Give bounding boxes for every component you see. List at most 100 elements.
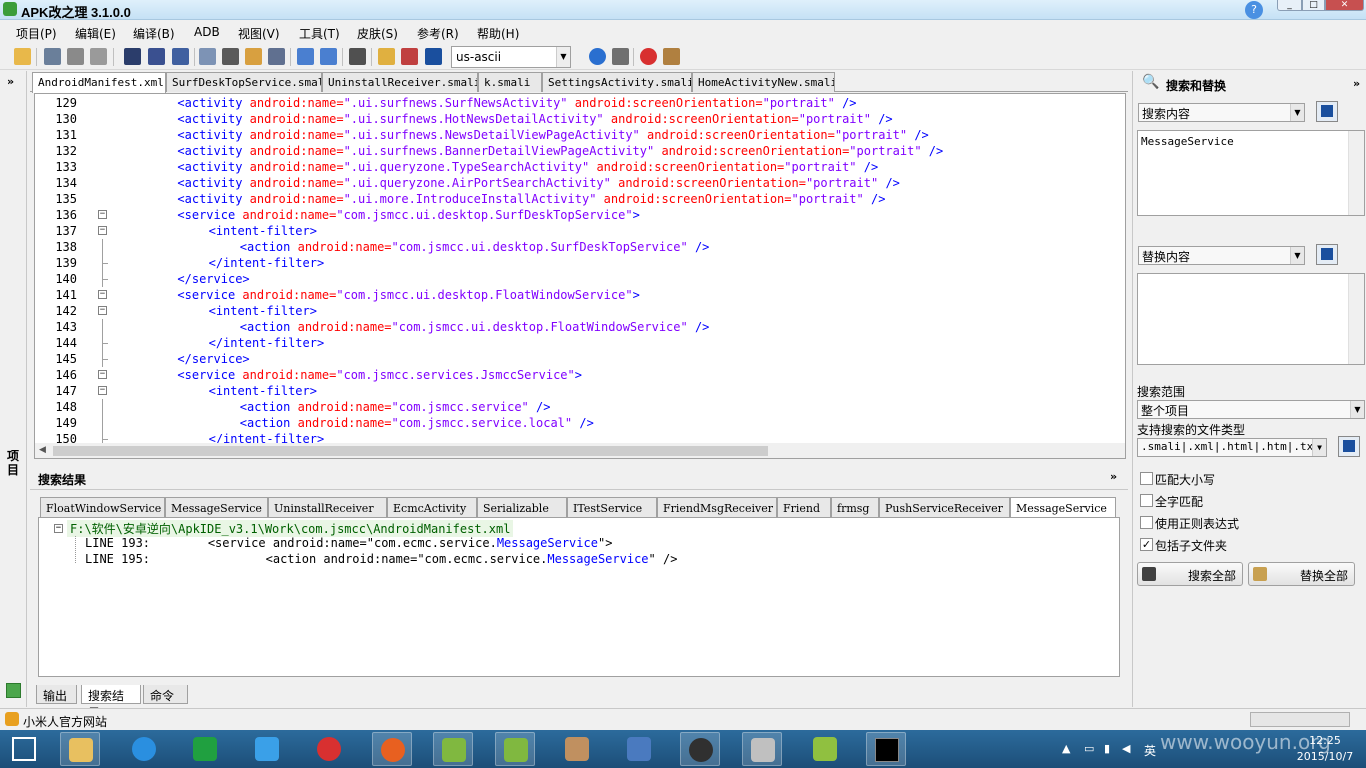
- encoding-select[interactable]: us-ascii ▼: [451, 46, 571, 68]
- replace-all-button[interactable]: 替换全部: [1248, 562, 1355, 586]
- tab-homeactivitynew[interactable]: HomeActivityNew.smali: [692, 72, 835, 92]
- bug-icon[interactable]: [612, 48, 629, 65]
- result-hit[interactable]: LINE 195: <action android:name="com.ecmc…: [85, 552, 677, 566]
- code-line[interactable]: 140 </service>: [35, 271, 1110, 287]
- feiq-icon[interactable]: [247, 732, 287, 766]
- volume-icon[interactable]: ◀: [1122, 742, 1130, 755]
- tab-k-smali[interactable]: k.smali: [478, 72, 542, 92]
- format-icon[interactable]: [268, 48, 285, 65]
- code-line[interactable]: 145 </service>: [35, 351, 1110, 367]
- project-panel-label[interactable]: 项目: [7, 449, 21, 477]
- ime-indicator[interactable]: 英: [1144, 742, 1156, 759]
- result-tab[interactable]: UninstallReceiver: [268, 497, 387, 518]
- expand-icon[interactable]: »: [7, 75, 14, 88]
- help-icon[interactable]: ?: [1245, 1, 1263, 19]
- result-tab[interactable]: Serializable: [477, 497, 567, 518]
- find-icon[interactable]: [349, 48, 366, 65]
- status-text[interactable]: 小米人官方网站: [23, 713, 107, 730]
- android-icon[interactable]: [6, 683, 21, 698]
- redo-icon[interactable]: [320, 48, 337, 65]
- save-as-icon[interactable]: [172, 48, 189, 65]
- open-folder-icon[interactable]: [14, 48, 31, 65]
- code-line[interactable]: 139 </intent-filter>: [35, 255, 1110, 271]
- intellij-icon[interactable]: [619, 732, 659, 766]
- java-icon[interactable]: [557, 732, 597, 766]
- search-all-button[interactable]: 搜索全部: [1137, 562, 1243, 586]
- result-tab[interactable]: EcmcActivity: [387, 497, 477, 518]
- regex-label[interactable]: 使用正则表达式: [1155, 515, 1239, 532]
- scope-select[interactable]: 整个项目 ▼: [1137, 400, 1365, 419]
- result-tab[interactable]: ITestService: [567, 497, 657, 518]
- open-file-icon[interactable]: [378, 48, 395, 65]
- code-line[interactable]: 138 <action android:name="com.jsmcc.ui.de…: [35, 239, 1110, 255]
- result-hit[interactable]: LINE 193: <service android:name="com.ecm…: [85, 536, 612, 550]
- maximize-button[interactable]: □: [1302, 0, 1325, 11]
- regex-checkbox[interactable]: [1140, 516, 1153, 529]
- question-icon[interactable]: [589, 48, 606, 65]
- menu-reference[interactable]: 参考(R): [417, 25, 459, 42]
- result-tab[interactable]: FriendMsgReceiver: [657, 497, 777, 518]
- menu-build[interactable]: 编译(B): [133, 25, 175, 42]
- search-input[interactable]: MessageService: [1137, 130, 1365, 216]
- result-file-node[interactable]: F:\软件\安卓逆向\ApkIDE_v3.1\Work\com.jsmcc\An…: [67, 520, 514, 537]
- file-types-select[interactable]: .smali|.xml|.html|.htm|.txt ▼: [1137, 438, 1327, 457]
- menu-tools[interactable]: 工具(T): [299, 25, 340, 42]
- netease-music-icon[interactable]: [309, 732, 349, 766]
- window-icon[interactable]: [90, 48, 107, 65]
- tab-command[interactable]: 命令: [143, 685, 188, 704]
- save-all-icon[interactable]: [148, 48, 165, 65]
- tab-androidmanifest[interactable]: AndroidManifest.xml: [32, 72, 166, 93]
- replace-input[interactable]: [1137, 273, 1365, 365]
- file-explorer-icon[interactable]: [60, 732, 100, 766]
- code-line[interactable]: 141 − <service android:name="com.jsmcc.ui.…: [35, 287, 1110, 303]
- tab-settingsactivity[interactable]: SettingsActivity.smali: [542, 72, 692, 92]
- menu-skin[interactable]: 皮肤(S): [357, 25, 398, 42]
- menu-project[interactable]: 项目(P): [16, 25, 57, 42]
- code-line[interactable]: 142 − <intent-filter>: [35, 303, 1110, 319]
- code-line[interactable]: 148 <action android:name="com.jsmcc.servi…: [35, 399, 1110, 415]
- chevron-down-icon[interactable]: »: [1110, 470, 1117, 483]
- save-icon[interactable]: [124, 48, 141, 65]
- scroll-thumb[interactable]: [53, 446, 768, 456]
- internet-explorer-icon[interactable]: [124, 732, 164, 766]
- apk-ide-es-icon[interactable]: [495, 732, 535, 766]
- code-line[interactable]: 143 <action android:name="com.jsmcc.ui.de…: [35, 319, 1110, 335]
- results-tree[interactable]: − F:\软件\安卓逆向\ApkIDE_v3.1\Work\com.jsmcc\…: [38, 517, 1120, 677]
- fold-toggle-icon[interactable]: −: [98, 370, 107, 379]
- replace-icon[interactable]: [401, 48, 418, 65]
- editor-horizontal-scrollbar[interactable]: ◀ ▶: [35, 443, 1125, 458]
- search-option-button[interactable]: [1316, 101, 1338, 122]
- tab-uninstallreceiver[interactable]: UninstallReceiver.smali: [322, 72, 478, 92]
- menu-adb[interactable]: ADB: [194, 25, 220, 39]
- action-center-icon[interactable]: ▭: [1084, 742, 1094, 755]
- store-icon[interactable]: [185, 732, 225, 766]
- result-tab[interactable]: PushServiceReceiver: [879, 497, 1010, 518]
- jump-icon[interactable]: [425, 48, 442, 65]
- apk-ide-icon[interactable]: [433, 732, 473, 766]
- result-tab[interactable]: FloatWindowService: [40, 497, 165, 518]
- replace-option-button[interactable]: [1316, 244, 1338, 265]
- minimize-button[interactable]: _: [1277, 0, 1302, 11]
- match-case-label[interactable]: 匹配大小写: [1155, 471, 1215, 488]
- code-line[interactable]: 131 <activity android:name=".ui.surfnews.…: [35, 127, 1110, 143]
- fold-toggle-icon[interactable]: −: [98, 306, 107, 315]
- tab-output[interactable]: 输出: [36, 685, 77, 704]
- game-icon[interactable]: [680, 732, 720, 766]
- fold-toggle-icon[interactable]: −: [98, 210, 107, 219]
- result-tab-active[interactable]: MessageService: [1010, 497, 1116, 518]
- code-line[interactable]: 129 <activity android:name=".ui.surfnews.…: [35, 95, 1110, 111]
- subfolders-label[interactable]: 包括子文件夹: [1155, 537, 1227, 554]
- code-line[interactable]: 136 − <service android:name="com.jsmcc.ui.…: [35, 207, 1110, 223]
- replace-combo[interactable]: 替换内容 ▼: [1138, 246, 1305, 265]
- code-line[interactable]: 135 <activity android:name=".ui.more.Intr…: [35, 191, 1110, 207]
- subfolders-checkbox[interactable]: ✓: [1140, 538, 1153, 551]
- code-line[interactable]: 149 <action android:name="com.jsmcc.servi…: [35, 415, 1110, 431]
- weibo-icon[interactable]: [640, 48, 657, 65]
- firefox-icon[interactable]: [372, 732, 412, 766]
- tab-search-results[interactable]: 搜索结果: [81, 685, 141, 720]
- network-icon[interactable]: ▮: [1104, 742, 1110, 755]
- copy-icon[interactable]: [199, 48, 216, 65]
- undo-icon[interactable]: [297, 48, 314, 65]
- grid-icon[interactable]: [44, 48, 61, 65]
- menu-edit[interactable]: 编辑(E): [75, 25, 116, 42]
